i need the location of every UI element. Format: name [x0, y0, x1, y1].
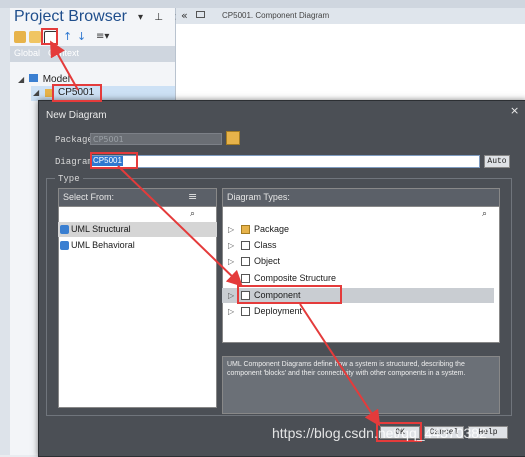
watermark: https://blog.csdn.net/qq_44370382 [272, 425, 487, 441]
annotation-arrows [50, 40, 381, 427]
arrow-to-toolbar [50, 40, 79, 91]
arrow-to-component [117, 165, 243, 287]
arrow-to-ok [299, 303, 381, 427]
